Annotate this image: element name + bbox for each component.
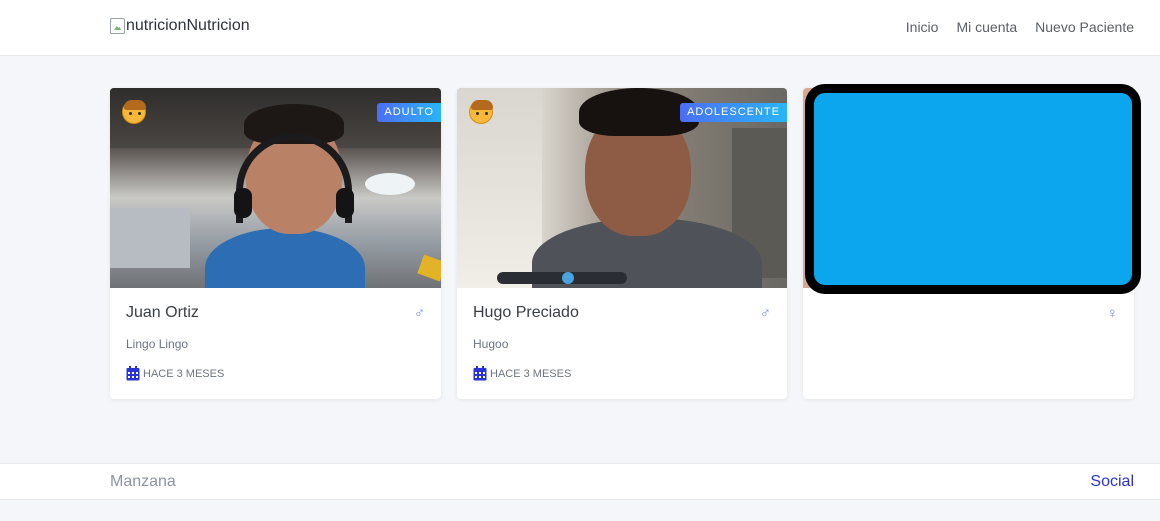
nav-links: Inicio Mi cuenta Nuevo Paciente xyxy=(906,19,1134,35)
footer: Manzana Social xyxy=(0,463,1160,500)
brand-logo-alt-text: nutricion xyxy=(126,17,187,34)
nav-link-mi-cuenta[interactable]: Mi cuenta xyxy=(956,19,1017,35)
male-gender-icon: ♂ xyxy=(759,305,771,322)
footer-brand: Manzana xyxy=(110,473,176,490)
patient-username: Hugoo xyxy=(473,337,509,351)
boy-avatar-icon xyxy=(469,100,493,124)
female-gender-icon: ♀ xyxy=(1106,305,1118,322)
nav-link-inicio[interactable]: Inicio xyxy=(906,19,939,35)
patient-name: Juan Ortiz xyxy=(126,304,199,321)
blue-redaction-block xyxy=(805,84,1141,294)
top-navbar: nutricion Nutricion Inicio Mi cuenta Nue… xyxy=(0,0,1160,56)
time-ago-text: HACE 3 MESES xyxy=(143,367,225,380)
brand-logo-link[interactable]: nutricion Nutricion xyxy=(110,17,250,35)
brand-name: Nutricion xyxy=(186,17,250,34)
calendar-icon xyxy=(126,366,140,381)
patient-created-time: HACE 3 MESES xyxy=(473,366,571,381)
nav-link-nuevo-paciente[interactable]: Nuevo Paciente xyxy=(1035,19,1134,35)
calendar-icon xyxy=(473,366,487,381)
patient-created-time: HACE 3 MESES xyxy=(126,366,224,381)
boy-avatar-icon xyxy=(122,100,146,124)
time-ago-text: HACE 3 MESES xyxy=(490,367,572,380)
patient-card[interactable]: ADOLESCENTE Hugo Preciado ♂ Hugoo HACE 3… xyxy=(457,88,787,399)
broken-image-icon xyxy=(110,18,125,34)
male-gender-icon: ♂ xyxy=(413,305,425,322)
patient-username: Lingo Lingo xyxy=(126,337,189,351)
patient-card[interactable]: ADULTO Juan Ortiz ♂ Lingo Lingo HACE 3 M… xyxy=(110,88,441,399)
footer-social-link[interactable]: Social xyxy=(1090,473,1134,491)
patient-name: Hugo Preciado xyxy=(473,304,579,321)
category-badge: ADULTO xyxy=(377,103,441,122)
category-badge: ADOLESCENTE xyxy=(680,103,787,122)
